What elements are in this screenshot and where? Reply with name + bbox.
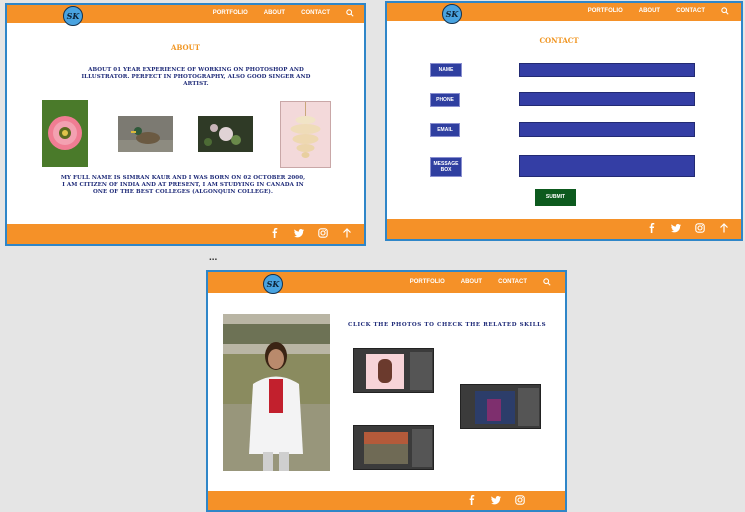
email-input[interactable] [519, 122, 695, 137]
footer [208, 491, 565, 510]
footer-icons [467, 495, 525, 505]
about-bio-text: MY FULL NAME IS SIMRAN KAUR AND I WAS BO… [60, 175, 306, 195]
search-icon[interactable] [721, 7, 729, 15]
facebook-icon[interactable] [467, 495, 477, 505]
search-icon[interactable] [543, 278, 551, 286]
chandelier-photo[interactable] [280, 101, 331, 168]
nav-portfolio-link[interactable]: PORTFOLIO [410, 279, 445, 285]
message-textarea[interactable] [519, 155, 695, 177]
name-label: NAME [430, 63, 462, 77]
chandelier-image [281, 102, 330, 167]
footer [7, 224, 364, 244]
contact-heading: CONTACT [539, 36, 579, 45]
ellipsis: ... [209, 252, 218, 263]
portrait-photo [223, 314, 330, 471]
nav-links: PORTFOLIO ABOUT CONTACT [213, 9, 354, 17]
nav-links: PORTFOLIO ABOUT CONTACT [588, 7, 729, 15]
about-page-frame: PORTFOLIO ABOUT CONTACT SK ABOUT ABOUT 0… [5, 3, 366, 246]
logo[interactable]: SK [263, 274, 283, 294]
search-icon[interactable] [346, 9, 354, 17]
arrow-up-icon[interactable] [719, 223, 729, 233]
instagram-icon[interactable] [318, 228, 328, 238]
email-label: EMAIL [430, 123, 460, 137]
flower-photo[interactable] [42, 100, 88, 167]
footer [387, 219, 741, 239]
duck-photo[interactable] [118, 116, 173, 152]
arrow-up-icon[interactable] [342, 228, 352, 238]
navbar: PORTFOLIO ABOUT CONTACT [208, 272, 565, 293]
contact-page-frame: PORTFOLIO ABOUT CONTACT SK CONTACT NAME … [385, 1, 743, 241]
instagram-icon[interactable] [695, 223, 705, 233]
phone-input[interactable] [519, 92, 695, 106]
twitter-icon[interactable] [294, 228, 304, 238]
nav-about-link[interactable]: ABOUT [264, 10, 285, 16]
about-heading: ABOUT [171, 43, 200, 52]
side-panel [518, 388, 539, 426]
portfolio-instruction: CLICK THE PHOTOS TO CHECK THE RELATED SK… [348, 322, 547, 328]
portfolio-page-frame: PORTFOLIO ABOUT CONTACT SK CLICK THE PHO… [206, 270, 567, 512]
illustrator-skill-thumb[interactable] [460, 384, 541, 429]
footer-icons [647, 223, 729, 233]
navbar: PORTFOLIO ABOUT CONTACT [7, 5, 364, 23]
navbar: PORTFOLIO ABOUT CONTACT [387, 3, 741, 21]
about-intro-text: ABOUT 01 YEAR EXPERIENCE OF WORKING ON P… [81, 67, 311, 87]
blossom-image [198, 116, 253, 152]
nav-contact-link[interactable]: CONTACT [301, 10, 330, 16]
gerbera-image [42, 100, 88, 167]
duck-image [118, 116, 173, 152]
photoshop-skill-thumb[interactable] [353, 348, 434, 393]
nav-contact-link[interactable]: CONTACT [676, 8, 705, 14]
submit-button[interactable]: SUBMIT [535, 189, 576, 206]
name-input[interactable] [519, 63, 695, 77]
canvas-subject [378, 359, 392, 383]
footer-icons [270, 228, 352, 238]
side-panel [410, 352, 432, 390]
portrait-image [223, 314, 330, 471]
logo[interactable]: SK [63, 6, 83, 26]
instagram-icon[interactable] [515, 495, 525, 505]
facebook-icon[interactable] [270, 228, 280, 238]
canvas-subject [487, 399, 501, 421]
message-label-line2: BOX [440, 167, 452, 173]
branch-photo[interactable] [198, 116, 253, 152]
nav-portfolio-link[interactable]: PORTFOLIO [213, 10, 248, 16]
nav-about-link[interactable]: ABOUT [639, 8, 660, 14]
nav-portfolio-link[interactable]: PORTFOLIO [588, 8, 623, 14]
editing-skill-thumb[interactable] [353, 425, 434, 470]
message-label: MESSAGE BOX [430, 157, 462, 177]
nav-contact-link[interactable]: CONTACT [498, 279, 527, 285]
twitter-icon[interactable] [671, 223, 681, 233]
canvas-sky [364, 432, 408, 444]
nav-links: PORTFOLIO ABOUT CONTACT [410, 278, 551, 286]
phone-label: PHONE [430, 93, 460, 107]
facebook-icon[interactable] [647, 223, 657, 233]
twitter-icon[interactable] [491, 495, 501, 505]
logo[interactable]: SK [442, 4, 462, 24]
nav-about-link[interactable]: ABOUT [461, 279, 482, 285]
side-panel [412, 429, 432, 467]
